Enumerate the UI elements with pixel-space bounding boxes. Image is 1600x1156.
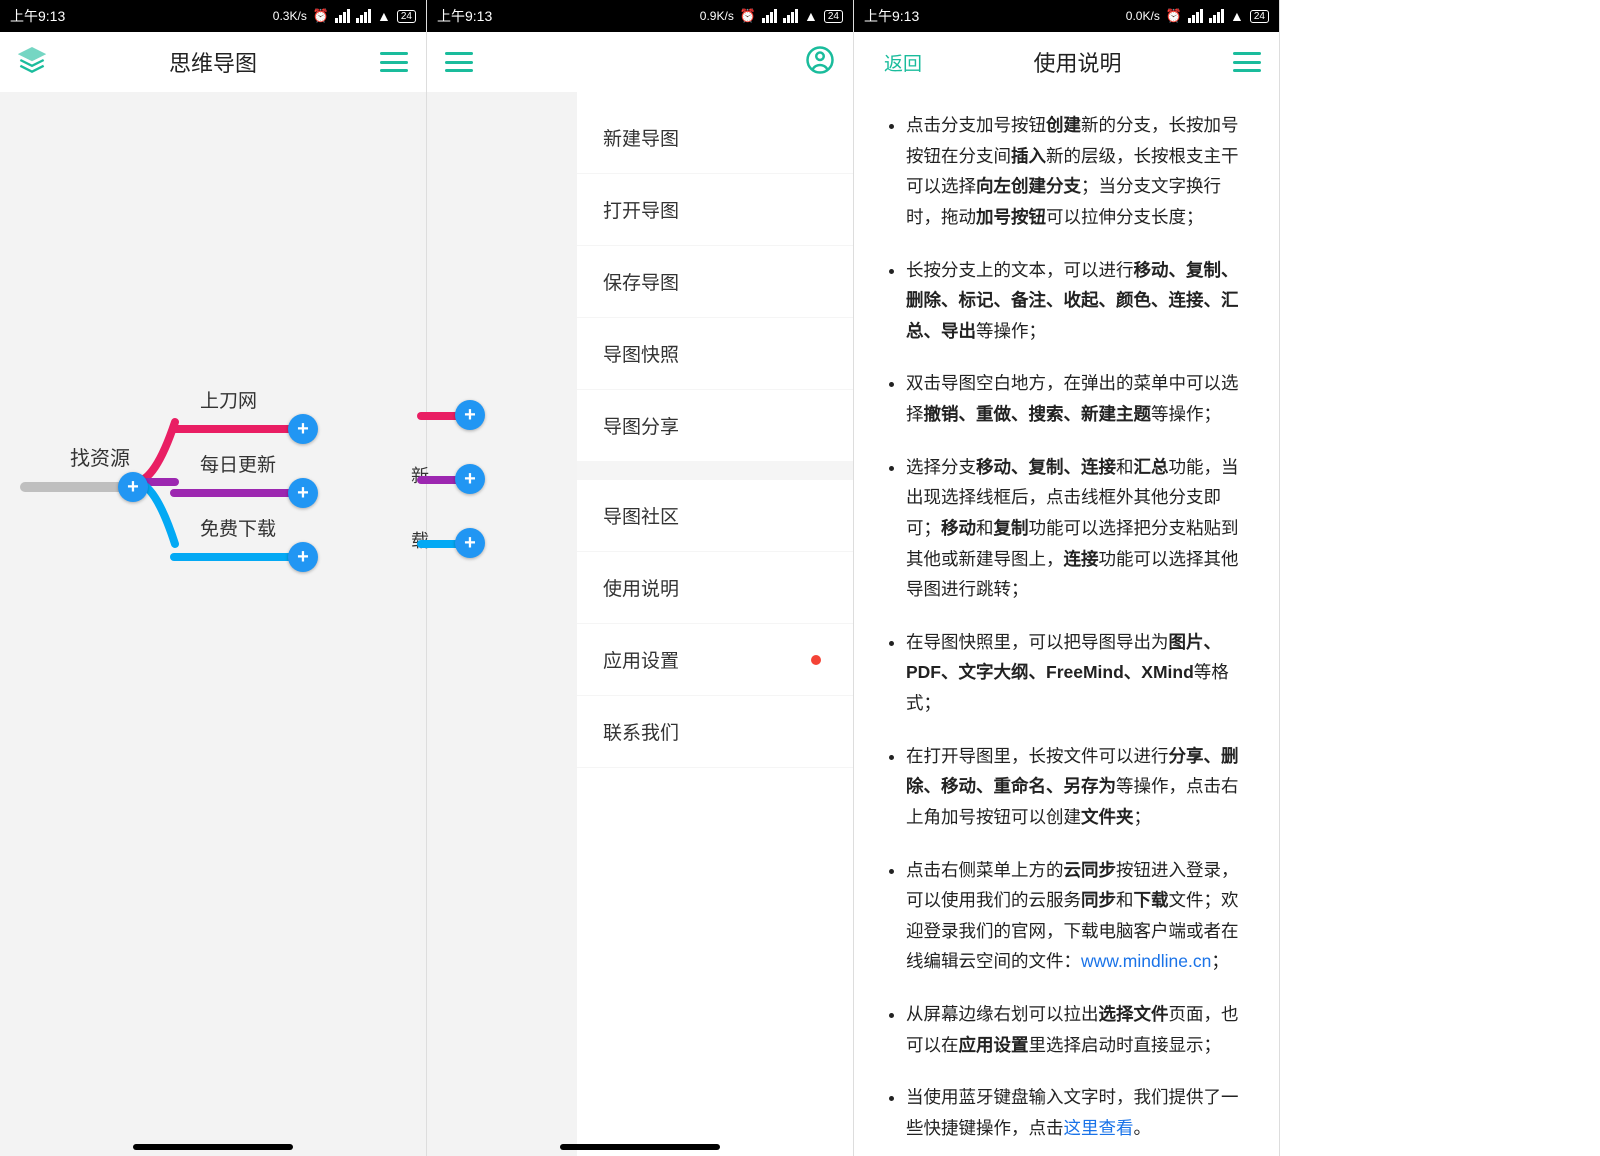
branch-node[interactable]: 上刀网 +: [170, 414, 318, 444]
help-item: 从屏幕边缘右划可以拉出选择文件页面，也可以在应用设置里选择启动时直接显示；: [906, 999, 1255, 1060]
net-speed: 0.9K/s: [700, 9, 734, 23]
add-branch-button[interactable]: +: [455, 400, 485, 430]
help-item: 点击分支加号按钮创建新的分支，长按加号按钮在分支间插入新的层级，长按根支主干可以…: [906, 110, 1255, 233]
branch-node[interactable]: 免费下载 +: [170, 542, 318, 572]
help-item: 在打开导图里，长按文件可以进行分享、删除、移动、重命名、另存为等操作，点击右上角…: [906, 741, 1255, 833]
shortcuts-link[interactable]: 这里查看: [1064, 1118, 1134, 1138]
signal-icon: [1209, 9, 1224, 23]
alarm-icon: ⏰: [1166, 8, 1182, 24]
user-icon[interactable]: [805, 45, 835, 80]
home-indicator: [133, 1144, 293, 1150]
menu-help[interactable]: 使用说明: [577, 552, 853, 624]
page-title: 思维导图: [46, 46, 380, 78]
back-button[interactable]: 返回: [884, 49, 922, 76]
layers-icon[interactable]: [18, 46, 46, 79]
menu-open[interactable]: 打开导图: [577, 174, 853, 246]
alarm-icon: ⏰: [740, 8, 756, 24]
signal-icon: [335, 9, 350, 23]
clock: 上午9:13: [864, 6, 919, 26]
clock: 上午9:13: [10, 6, 65, 26]
wifi-icon: ▲: [804, 8, 818, 24]
add-branch-button[interactable]: +: [455, 464, 485, 494]
menu-settings[interactable]: 应用设置: [577, 624, 853, 696]
page-title: 使用说明: [922, 46, 1233, 78]
root-label: 找资源: [70, 442, 130, 471]
title-bar: 返回 使用说明: [854, 32, 1279, 92]
branch-label: 上刀网: [200, 386, 257, 413]
battery-icon: 24: [1250, 10, 1269, 23]
menu-save[interactable]: 保存导图: [577, 246, 853, 318]
battery-icon: 24: [824, 10, 843, 23]
clock: 上午9:13: [437, 6, 492, 26]
home-indicator: [560, 1144, 720, 1150]
status-bar: 上午9:13 0.0K/s ⏰ ▲ 24: [854, 0, 1279, 32]
status-bar: 上午9:13 0.9K/s ⏰ ▲ 24: [427, 0, 853, 32]
help-item: 当使用蓝牙键盘输入文字时，我们提供了一些快捷键操作，点击这里查看。: [906, 1082, 1255, 1143]
help-item: 在导图快照里，可以把导图导出为图片、PDF、文字大纲、FreeMind、XMin…: [906, 627, 1255, 719]
title-bar: 思维导图: [0, 32, 426, 92]
add-branch-button[interactable]: +: [288, 542, 318, 572]
branch-label: 免费下载: [200, 514, 276, 541]
help-item: 长按分支上的文本，可以进行移动、复制、删除、标记、备注、收起、颜色、连接、汇总、…: [906, 255, 1255, 347]
status-bar: 上午9:13 0.3K/s ⏰ ▲ 24: [0, 0, 426, 32]
menu-contact[interactable]: 联系我们: [577, 696, 853, 768]
website-link[interactable]: www.mindline.cn: [1081, 951, 1211, 971]
branch-label: 每日更新: [200, 450, 276, 477]
title-bar: [427, 32, 853, 92]
wifi-icon: ▲: [377, 8, 391, 24]
mindmap-canvas[interactable]: 找资源 + 上刀网 + 每日更新 + 免费下载 +: [0, 92, 426, 1156]
signal-icon: [783, 9, 798, 23]
net-speed: 0.3K/s: [273, 9, 307, 23]
notification-dot: [811, 655, 821, 665]
add-branch-button[interactable]: +: [118, 472, 148, 502]
add-branch-button[interactable]: +: [455, 528, 485, 558]
signal-icon: [1188, 9, 1203, 23]
menu-new[interactable]: 新建导图: [577, 102, 853, 174]
mindmap-canvas: + 新 + 载 + 新建导图 打开导图 保存导图 导图快照 导图分享 导图社区 …: [427, 92, 853, 1156]
help-content: 点击分支加号按钮创建新的分支，长按加号按钮在分支间插入新的层级，长按根支主干可以…: [854, 92, 1279, 1156]
signal-icon: [762, 9, 777, 23]
add-branch-button[interactable]: +: [288, 478, 318, 508]
signal-icon: [356, 9, 371, 23]
side-menu: 新建导图 打开导图 保存导图 导图快照 导图分享 导图社区 使用说明 应用设置 …: [577, 92, 853, 1156]
wifi-icon: ▲: [1230, 8, 1244, 24]
root-node[interactable]: 找资源 +: [20, 472, 148, 502]
battery-icon: 24: [397, 10, 416, 23]
menu-settings-label: 应用设置: [603, 651, 679, 672]
branch-node[interactable]: 每日更新 +: [170, 478, 318, 508]
menu-community[interactable]: 导图社区: [577, 480, 853, 552]
menu-share[interactable]: 导图分享: [577, 390, 853, 462]
menu-icon[interactable]: [1233, 52, 1261, 72]
menu-snapshot[interactable]: 导图快照: [577, 318, 853, 390]
help-item: 点击右侧菜单上方的云同步按钮进入登录，可以使用我们的云服务同步和下载文件；欢迎登…: [906, 855, 1255, 978]
help-item: 选择分支移动、复制、连接和汇总功能，当出现选择线框后，点击线框外其他分支即可；移…: [906, 452, 1255, 605]
alarm-icon: ⏰: [313, 8, 329, 24]
add-branch-button[interactable]: +: [288, 414, 318, 444]
menu-icon[interactable]: [445, 52, 473, 72]
net-speed: 0.0K/s: [1126, 9, 1160, 23]
help-item: 双击导图空白地方，在弹出的菜单中可以选择撤销、重做、搜索、新建主题等操作；: [906, 368, 1255, 429]
menu-icon[interactable]: [380, 52, 408, 72]
